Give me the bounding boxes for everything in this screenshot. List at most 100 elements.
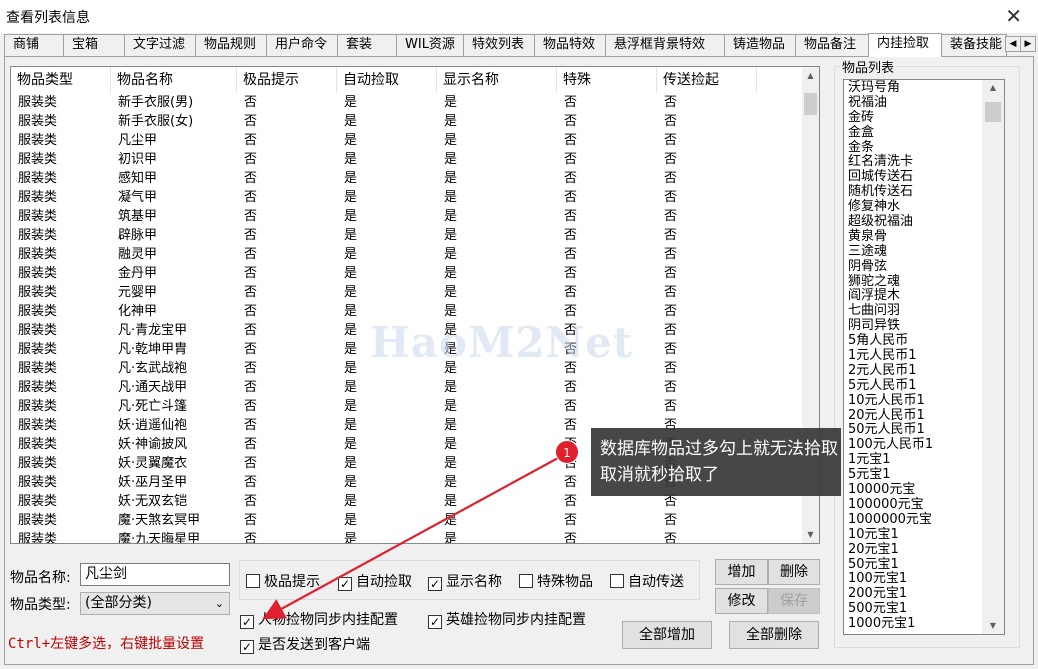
table-row[interactable]: 服装类 新手衣服(女) 否 是 是 否 否	[11, 112, 799, 131]
list-item[interactable]: 红名清洗卡	[844, 154, 1004, 170]
table-row[interactable]: 服装类 凝气甲 否 是 是 否 否	[11, 188, 799, 207]
tab-shop[interactable]: 商铺	[4, 34, 64, 56]
list-item[interactable]: 黄泉骨	[844, 229, 1004, 244]
tab-treasure-box[interactable]: 宝箱	[63, 34, 125, 56]
tab-scroll-left-icon[interactable]: ◀	[1005, 36, 1021, 52]
list-item[interactable]: 1000000元宝	[844, 512, 1004, 527]
add-button[interactable]: 增加	[715, 559, 768, 585]
tab-item-rules[interactable]: 物品规则	[195, 34, 267, 56]
list-item[interactable]: 100元宝1	[844, 571, 1004, 586]
special-item-checkbox[interactable]: 特殊物品	[519, 571, 593, 591]
list-item[interactable]: 50元人民币1	[844, 422, 1004, 438]
list-item[interactable]: 100000元宝	[844, 497, 1004, 512]
send-client-checkbox[interactable]: ✓ 是否发送到客户端	[240, 634, 370, 654]
list-item[interactable]: 随机传送石	[844, 184, 1004, 199]
tab-user-commands[interactable]: 用户命令	[266, 34, 338, 56]
table-row[interactable]: 服装类 魔·九天晦星甲 否 是 是 否 否	[11, 530, 799, 543]
table-row[interactable]: 服装类 辟脉甲 否 是 是 否 否	[11, 226, 799, 245]
col-header-name[interactable]: 物品名称	[111, 67, 237, 93]
delete-button[interactable]: 删除	[768, 559, 820, 585]
hero-sync-checkbox[interactable]: ✓ 英雄捡物同步内挂配置	[428, 609, 586, 629]
table-row[interactable]: 服装类 感知甲 否 是 是 否 否	[11, 169, 799, 188]
tab-suit[interactable]: 套装	[337, 34, 397, 56]
auto-teleport-checkbox[interactable]: 自动传送	[610, 571, 684, 591]
list-item[interactable]: 10元宝1	[844, 527, 1004, 542]
list-item[interactable]: 1元人民币1	[844, 348, 1004, 363]
table-row[interactable]: 服装类 金丹甲 否 是 是 否 否	[11, 264, 799, 283]
list-item[interactable]: 阴骨弦	[844, 259, 1004, 274]
scroll-down-icon[interactable]: ▼	[982, 618, 1004, 634]
list-item[interactable]: 超级祝福油	[844, 214, 1004, 229]
list-item[interactable]: 500元宝1	[844, 601, 1004, 616]
list-item[interactable]: 金条	[844, 140, 1004, 155]
list-item[interactable]: 沃玛号角	[844, 80, 1004, 95]
list-item[interactable]: 100元人民币1	[844, 437, 1004, 452]
auto-pick-checkbox[interactable]: ✓ 自动捡取	[338, 571, 412, 591]
add-all-button[interactable]: 全部增加	[622, 621, 712, 649]
tab-scroll-right-icon[interactable]: ▶	[1020, 36, 1036, 52]
scroll-up-icon[interactable]: ▲	[802, 67, 819, 84]
col-header-teleport[interactable]: 传送捡起	[657, 67, 757, 93]
table-row[interactable]: 服装类 初识甲 否 是 是 否 否	[11, 150, 799, 169]
list-item[interactable]: 三途魂	[844, 244, 1004, 259]
list-item[interactable]: 金盒	[844, 125, 1004, 140]
list-item[interactable]: 修复神水	[844, 199, 1004, 214]
list-item[interactable]: 祝福油	[844, 95, 1004, 110]
close-icon[interactable]: ✕	[1005, 4, 1022, 28]
scroll-down-icon[interactable]: ▼	[802, 526, 819, 543]
tab-tooltip-bg-effects[interactable]: 悬浮框背景特效	[605, 34, 725, 56]
item-name-input[interactable]: 凡尘剑	[80, 563, 230, 586]
list-item[interactable]: 回城传送石	[844, 169, 1004, 184]
list-item[interactable]: 5角人民币	[844, 333, 1004, 348]
list-item[interactable]: 5元宝1	[844, 467, 1004, 482]
list-item[interactable]: 阴司异铁	[844, 318, 1004, 333]
premium-hint-checkbox[interactable]: 极品提示	[246, 571, 320, 591]
tab-equipment-skills[interactable]: 装备技能	[941, 34, 1007, 56]
list-item[interactable]: 1000元宝1	[844, 616, 1004, 631]
scroll-thumb[interactable]	[804, 93, 817, 115]
table-row[interactable]: 服装类 凡尘甲 否 是 是 否 否	[11, 131, 799, 150]
save-button[interactable]: 保存	[768, 588, 820, 614]
tab-forge-items[interactable]: 铸造物品	[724, 34, 796, 56]
list-item[interactable]: 10000元宝	[844, 482, 1004, 497]
scroll-thumb[interactable]	[985, 102, 1001, 122]
scroll-up-icon[interactable]: ▲	[982, 80, 1004, 96]
col-header-type[interactable]: 物品类型	[11, 67, 111, 93]
show-name-checkbox[interactable]: ✓ 显示名称	[428, 571, 502, 591]
tab-wil-resources[interactable]: WIL资源	[396, 34, 464, 56]
list-item[interactable]: 金砖	[844, 110, 1004, 125]
col-header-show-name[interactable]: 显示名称	[437, 67, 557, 93]
col-header-auto-pick[interactable]: 自动捡取	[337, 67, 437, 93]
list-item[interactable]: 2元人民币1	[844, 363, 1004, 378]
table-row[interactable]: 服装类 魔·天煞玄冥甲 否 是 是 否 否	[11, 511, 799, 530]
tab-auto-pickup[interactable]: 内挂捡取	[868, 33, 942, 57]
table-row[interactable]: 服装类 凡·通天战甲 否 是 是 否 否	[11, 378, 799, 397]
modify-button[interactable]: 修改	[715, 588, 768, 614]
list-item[interactable]: 阎浮提木	[844, 288, 1004, 304]
col-header-special[interactable]: 特殊	[557, 67, 657, 93]
tab-item-effects[interactable]: 物品特效	[534, 34, 606, 56]
list-item[interactable]: 七曲问羽	[844, 303, 1004, 318]
delete-all-button[interactable]: 全部删除	[729, 621, 819, 649]
list-item[interactable]: 5元人民币1	[844, 378, 1004, 393]
table-row[interactable]: 服装类 筑基甲 否 是 是 否 否	[11, 207, 799, 226]
list-item[interactable]: 200元宝1	[844, 586, 1004, 601]
list-item[interactable]: 10元人民币1	[844, 393, 1004, 408]
list-item[interactable]: 20元人民币1	[844, 408, 1004, 423]
tab-text-filter[interactable]: 文字过滤	[124, 34, 196, 56]
item-type-select[interactable]: (全部分类) ⌄	[80, 592, 230, 615]
table-row[interactable]: 服装类 融灵甲 否 是 是 否 否	[11, 245, 799, 264]
list-item[interactable]: 1元宝1	[844, 452, 1004, 467]
tab-item-notes[interactable]: 物品备注	[795, 34, 869, 56]
table-row[interactable]: 服装类 元婴甲 否 是 是 否 否	[11, 283, 799, 302]
item-list[interactable]: 沃玛号角 祝福油 金砖 金盒 金条 红名清洗卡 回城传送石 随机传送石 修复神水 超级祝福油 黄泉骨…	[843, 79, 1005, 635]
list-item[interactable]: 50元宝1	[844, 557, 1004, 572]
tab-effects-list[interactable]: 特效列表	[463, 34, 535, 56]
item-list-scrollbar[interactable]: ▲ ▼	[982, 80, 1004, 634]
col-header-premium[interactable]: 极品提示	[237, 67, 337, 93]
table-row[interactable]: 服装类 新手衣服(男) 否 是 是 否 否	[11, 93, 799, 112]
player-sync-checkbox[interactable]: ✓ 人物捡物同步内挂配置	[240, 609, 398, 629]
list-item[interactable]: 狮驼之魂	[844, 274, 1004, 289]
table-row[interactable]: 服装类 凡·死亡斗篷 否 是 是 否 否	[11, 397, 799, 416]
list-item[interactable]: 20元宝1	[844, 542, 1004, 557]
